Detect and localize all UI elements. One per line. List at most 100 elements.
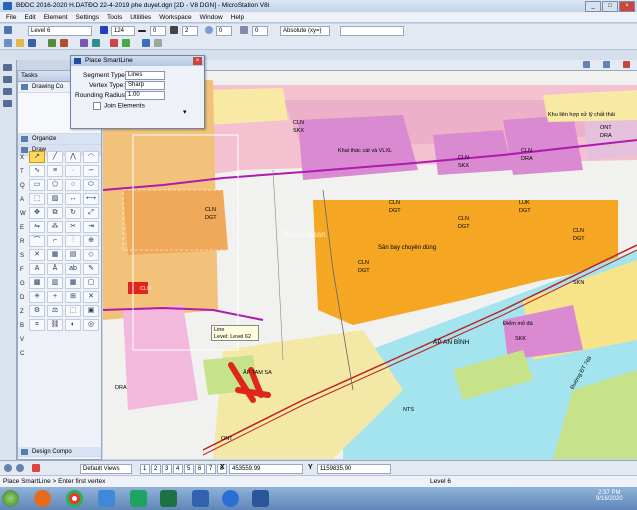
- dialog-close-button[interactable]: ×: [193, 57, 202, 65]
- select-tool[interactable]: ⬚: [65, 305, 81, 317]
- vertex-type-select[interactable]: Sharp: [125, 81, 165, 90]
- line-weight-icon[interactable]: [170, 26, 178, 34]
- redo-icon[interactable]: [122, 39, 130, 47]
- task-design-compose[interactable]: Design Compo: [18, 447, 101, 457]
- curve-tool[interactable]: ∽: [83, 165, 99, 177]
- back-icon[interactable]: [4, 464, 12, 472]
- line-style-icon[interactable]: [138, 30, 146, 32]
- clear-icon[interactable]: [32, 464, 40, 472]
- firefox-icon[interactable]: [34, 490, 51, 507]
- render-tool[interactable]: ◐: [65, 319, 81, 331]
- levels-icon[interactable]: [92, 39, 100, 47]
- chamfer-tool[interactable]: ⌐: [47, 235, 63, 247]
- y-coordinate-field[interactable]: 1159835.90: [317, 464, 391, 474]
- menu-edit[interactable]: Edit: [24, 12, 35, 22]
- view-close-icon[interactable]: [623, 61, 630, 68]
- menu-tools[interactable]: Tools: [107, 12, 122, 22]
- models-icon[interactable]: [80, 39, 88, 47]
- multiline-tool[interactable]: ≡: [47, 165, 63, 177]
- start-button-icon[interactable]: [2, 490, 19, 507]
- weight-select[interactable]: 2: [182, 26, 198, 36]
- level-select[interactable]: Level 6: [28, 26, 92, 36]
- arc-tool[interactable]: ◠: [83, 151, 99, 163]
- view-button-7[interactable]: 7: [206, 464, 216, 474]
- group-tool[interactable]: ▦: [47, 249, 63, 261]
- intersect-tool[interactable]: ✕: [83, 291, 99, 303]
- rounding-radius-input[interactable]: 1.00: [125, 91, 165, 100]
- insert-vertex-tool[interactable]: ⊕: [83, 235, 99, 247]
- measure-tool[interactable]: ⟷: [83, 193, 99, 205]
- view-maximize-icon[interactable]: [603, 61, 610, 68]
- priority-icon[interactable]: [240, 26, 248, 34]
- ungroup-tool[interactable]: ▤: [65, 249, 81, 261]
- minimize-button[interactable]: _: [585, 1, 601, 12]
- circle-tool[interactable]: ○: [65, 179, 81, 191]
- view-button-5[interactable]: 5: [184, 464, 194, 474]
- view-button-2[interactable]: 2: [151, 464, 161, 474]
- text-tool[interactable]: A: [29, 263, 45, 275]
- cell-tool[interactable]: ◇: [83, 249, 99, 261]
- raster-icon[interactable]: [60, 39, 68, 47]
- fill-tool[interactable]: ▨: [47, 193, 63, 205]
- match-attr-tool[interactable]: ⚖: [47, 305, 63, 317]
- new-file-icon[interactable]: [4, 39, 12, 47]
- pattern-tool[interactable]: ▩: [29, 277, 45, 289]
- delete-tool[interactable]: ✕: [29, 249, 45, 261]
- join-elements-row[interactable]: Join Elements: [93, 102, 145, 110]
- fillet-tool[interactable]: ⌒: [29, 235, 45, 247]
- menu-file[interactable]: File: [6, 12, 16, 22]
- crosshatch-tool[interactable]: ▦: [65, 277, 81, 289]
- menu-settings[interactable]: Settings: [76, 12, 100, 22]
- dialog-expand-icon[interactable]: ▾: [183, 108, 187, 116]
- menu-workspace[interactable]: Workspace: [159, 12, 191, 22]
- smartline-tool[interactable]: ↗: [29, 151, 45, 163]
- microstation-taskbar-icon[interactable]: [192, 490, 209, 507]
- view-button-4[interactable]: 4: [173, 464, 183, 474]
- rotate-tool[interactable]: ↻: [65, 207, 81, 219]
- mirror-tool[interactable]: ⇋: [29, 221, 45, 233]
- segment-type-select[interactable]: Lines: [125, 71, 165, 80]
- open-folder-icon[interactable]: [16, 39, 24, 47]
- coccoc-icon[interactable]: [130, 490, 147, 507]
- active-level-icon[interactable]: [4, 26, 12, 34]
- close-button[interactable]: ×: [619, 1, 635, 12]
- stream-line-tool[interactable]: ∿: [29, 165, 45, 177]
- tag-tool[interactable]: ⌗: [29, 319, 45, 331]
- forward-icon[interactable]: [16, 464, 24, 472]
- x-coordinate-field[interactable]: 453559.99: [229, 464, 303, 474]
- polyline-tool[interactable]: ⋀: [65, 151, 81, 163]
- link-tool[interactable]: ⛓: [47, 319, 63, 331]
- measure-area-tool[interactable]: ▣: [83, 305, 99, 317]
- color-swatch-icon[interactable]: [100, 26, 108, 34]
- priority-select[interactable]: 0: [252, 26, 268, 36]
- view-tool[interactable]: ◎: [83, 319, 99, 331]
- menu-utilities[interactable]: Utilities: [130, 12, 151, 22]
- note-tool[interactable]: ✎: [83, 263, 99, 275]
- extend-tool[interactable]: ⇥: [83, 221, 99, 233]
- delete-pattern-tool[interactable]: ▢: [83, 277, 99, 289]
- transparency-select[interactable]: 0: [216, 26, 232, 36]
- view-button-6[interactable]: 6: [195, 464, 205, 474]
- rectangle-tool[interactable]: ▭: [29, 179, 45, 191]
- save-icon[interactable]: [28, 39, 36, 47]
- menu-help[interactable]: Help: [231, 12, 244, 22]
- text-abc-tool[interactable]: ab: [65, 263, 81, 275]
- accudraw-field[interactable]: [340, 26, 404, 36]
- hatch-tool[interactable]: ▥: [47, 277, 63, 289]
- ellipse-tool[interactable]: ⬭: [83, 179, 99, 191]
- view-button-1[interactable]: 1: [140, 464, 150, 474]
- keypoint-tool[interactable]: ⊞: [65, 291, 81, 303]
- snap-tool[interactable]: ✳: [29, 291, 45, 303]
- element-info-icon[interactable]: [142, 39, 150, 47]
- menu-element[interactable]: Element: [44, 12, 68, 22]
- menu-window[interactable]: Window: [200, 12, 223, 22]
- break-tool[interactable]: ⫶: [65, 235, 81, 247]
- text-edit-tool[interactable]: Ā: [47, 263, 63, 275]
- references-icon[interactable]: [48, 39, 56, 47]
- copy-tool[interactable]: ⧉: [47, 207, 63, 219]
- color-select[interactable]: 124: [111, 26, 135, 36]
- scale-tool[interactable]: ⤢: [83, 207, 99, 219]
- line-tool[interactable]: ╱: [47, 151, 63, 163]
- tasks-icon[interactable]: [3, 76, 12, 83]
- media-player-icon[interactable]: [98, 490, 115, 507]
